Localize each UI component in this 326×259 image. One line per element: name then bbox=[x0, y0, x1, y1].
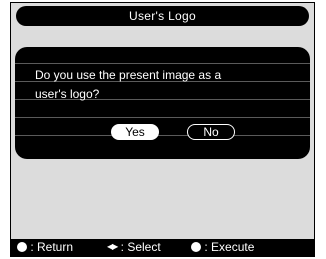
execute-label: : Execute bbox=[204, 240, 255, 254]
dialog-message-line-2: user's logo? bbox=[35, 87, 100, 101]
return-label: : Return bbox=[30, 240, 74, 254]
footer-help-bar: : Return ◀▶ : Select : Execute bbox=[11, 239, 314, 256]
dialog-message-line-1: Do you use the present image as a bbox=[35, 68, 222, 82]
dialog-divider bbox=[15, 117, 310, 118]
esc-button-icon bbox=[17, 241, 27, 252]
dialog-divider bbox=[15, 135, 310, 136]
left-right-arrows-icon: ◀▶ bbox=[107, 242, 118, 252]
dialog-divider bbox=[15, 63, 310, 64]
title-bar: User's Logo bbox=[16, 6, 309, 26]
footer-select: ◀▶ : Select bbox=[107, 239, 161, 256]
confirm-dialog: Do you use the present image as a user's… bbox=[15, 47, 310, 159]
select-label: : Select bbox=[120, 240, 161, 254]
footer-execute: : Execute bbox=[191, 239, 254, 256]
dialog-title: User's Logo bbox=[129, 9, 196, 23]
projector-menu-window: User's Logo Do you use the present image… bbox=[10, 2, 315, 257]
no-button[interactable]: No bbox=[187, 124, 235, 140]
enter-button-icon bbox=[191, 241, 201, 252]
yes-button[interactable]: Yes bbox=[111, 124, 159, 140]
footer-return: : Return bbox=[17, 239, 73, 256]
